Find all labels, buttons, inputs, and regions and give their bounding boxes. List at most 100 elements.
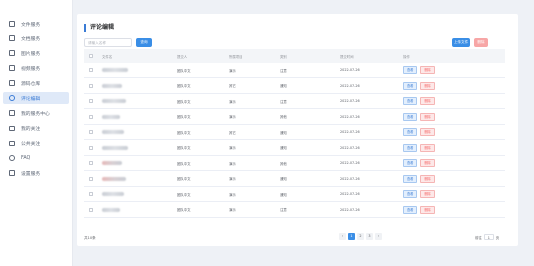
submitter-cell: 团队中文 <box>177 115 191 119</box>
table-row: 团队中文 演示 注意 2022-07-26 查看 删除 <box>84 203 505 218</box>
project-cell: 演示 <box>229 177 236 181</box>
view-button[interactable]: 查看 <box>403 112 418 121</box>
filename-cell <box>102 63 128 77</box>
row-checkbox[interactable] <box>89 176 93 181</box>
sidebar-item[interactable]: FAQ <box>3 152 69 164</box>
table-row: 团队中文 演示 注意 2022-07-26 查看 删除 <box>84 63 505 78</box>
page-button[interactable]: 3 <box>366 233 373 240</box>
delete-button[interactable]: 删除 <box>420 190 435 198</box>
project-cell: 演示 <box>229 99 236 104</box>
delete-button[interactable]: 删除 <box>420 66 435 74</box>
project-cell: 演示 <box>229 146 236 150</box>
row-checkbox[interactable] <box>89 145 93 150</box>
sidebar-item[interactable]: 我的关注 <box>3 122 69 134</box>
row-checkbox[interactable] <box>89 207 93 212</box>
view-button[interactable]: 查看 <box>403 81 418 90</box>
submitter-cell: 团队中文 <box>177 208 191 212</box>
row-select-cell[interactable] <box>89 79 93 93</box>
filename-cell <box>102 110 120 124</box>
sidebar-item[interactable]: 文件服务 <box>3 18 69 30</box>
sidebar-item-label: FAQ <box>21 155 31 161</box>
actions-cell: 查看 删除 <box>403 187 438 201</box>
delete-button[interactable]: 删除 <box>420 112 435 121</box>
repo-icon <box>9 80 15 86</box>
project-cell: 演示 <box>229 115 236 119</box>
view-button[interactable]: 查看 <box>403 66 418 74</box>
page-button[interactable]: 1 <box>348 233 355 240</box>
delete-button[interactable]: 删除 <box>420 205 435 214</box>
select-all-checkbox[interactable] <box>89 54 93 58</box>
row-select-cell[interactable] <box>89 94 93 108</box>
view-button[interactable]: 查看 <box>403 174 418 183</box>
row-select-cell[interactable] <box>89 156 93 170</box>
delete-button[interactable]: 删除 <box>420 128 435 136</box>
view-button[interactable]: 查看 <box>403 97 418 105</box>
submitter-cell: 团队中文 <box>177 192 191 197</box>
view-button[interactable]: 查看 <box>403 190 418 198</box>
delete-button[interactable]: 删除 <box>420 97 435 105</box>
sidebar-item[interactable]: 源码仓库 <box>3 77 69 89</box>
project-cell: 演示 <box>229 208 236 212</box>
row-checkbox[interactable] <box>89 68 93 72</box>
redacted-filename <box>102 114 120 119</box>
sidebar-item[interactable]: 设置服务 <box>3 167 69 179</box>
sidebar-item[interactable]: 视频服务 <box>3 62 69 74</box>
sidebar-item-label: 文件服务 <box>21 22 41 28</box>
view-button[interactable]: 查看 <box>403 128 418 136</box>
row-checkbox[interactable] <box>89 130 93 134</box>
redacted-filename <box>102 207 120 212</box>
upload-button[interactable]: 上传文件 <box>452 38 470 47</box>
time-cell: 2022-07-26 <box>340 99 360 103</box>
sidebar-item[interactable]: 公共关注 <box>3 137 69 149</box>
row-select-cell[interactable] <box>89 172 93 186</box>
delete-button[interactable]: 删除 <box>420 81 435 90</box>
delete-button[interactable]: 删除 <box>420 159 435 167</box>
file-icon <box>9 21 15 27</box>
row-select-cell[interactable] <box>89 141 93 155</box>
delete-button[interactable]: 删除 <box>420 174 435 183</box>
sidebar-item[interactable]: 评论编辑 <box>3 92 69 104</box>
project-cell: 演示 <box>229 68 236 73</box>
row-select-cell[interactable] <box>89 110 93 124</box>
redacted-filename <box>102 145 128 150</box>
goto-input[interactable]: 1 <box>483 234 494 240</box>
sidebar-item[interactable]: 文档服务 <box>3 32 69 44</box>
submitter-cell: 团队中文 <box>177 68 191 73</box>
batch-delete-button[interactable]: 删除 <box>474 38 488 47</box>
search-input[interactable]: 请输入名称 <box>84 38 132 47</box>
submitter-cell: 团队中文 <box>177 161 191 166</box>
time-cell: 2022-07-26 <box>340 192 360 196</box>
next-page-button[interactable]: › <box>375 233 382 240</box>
view-button[interactable]: 查看 <box>403 143 418 152</box>
row-checkbox[interactable] <box>89 83 93 88</box>
question-icon <box>9 155 15 161</box>
sidebar-item[interactable]: 我的服务中心 <box>3 107 69 119</box>
row-select-cell[interactable] <box>89 203 93 217</box>
row-select-cell[interactable] <box>89 187 93 201</box>
redacted-filename <box>102 161 122 165</box>
actions-cell: 查看 删除 <box>403 79 438 93</box>
filename-cell <box>102 156 122 170</box>
delete-button[interactable]: 删除 <box>420 143 435 152</box>
row-checkbox[interactable] <box>89 192 93 196</box>
sidebar-item[interactable]: 图片服务 <box>3 47 69 59</box>
row-checkbox[interactable] <box>89 99 93 103</box>
goto-label: 前往 <box>475 235 482 240</box>
time-cell: 2022-07-26 <box>340 176 360 181</box>
header-submitter: 提交人 <box>177 54 188 59</box>
view-button[interactable]: 查看 <box>403 159 418 167</box>
category-cell: 通知 <box>280 177 287 181</box>
page-button[interactable]: 2 <box>357 233 364 240</box>
row-select-cell[interactable] <box>89 125 93 139</box>
filename-cell <box>102 125 124 139</box>
select-all-cell[interactable] <box>89 49 93 63</box>
row-checkbox[interactable] <box>89 161 93 165</box>
row-checkbox[interactable] <box>89 114 93 119</box>
time-cell: 2022-07-26 <box>340 207 360 212</box>
prev-page-button[interactable]: ‹ <box>339 233 346 240</box>
row-select-cell[interactable] <box>89 63 93 77</box>
search-button[interactable]: 查询 <box>136 38 152 47</box>
category-cell: 通知 <box>280 84 287 88</box>
view-button[interactable]: 查看 <box>403 205 418 214</box>
sidebar-item-label: 我的服务中心 <box>21 111 50 117</box>
